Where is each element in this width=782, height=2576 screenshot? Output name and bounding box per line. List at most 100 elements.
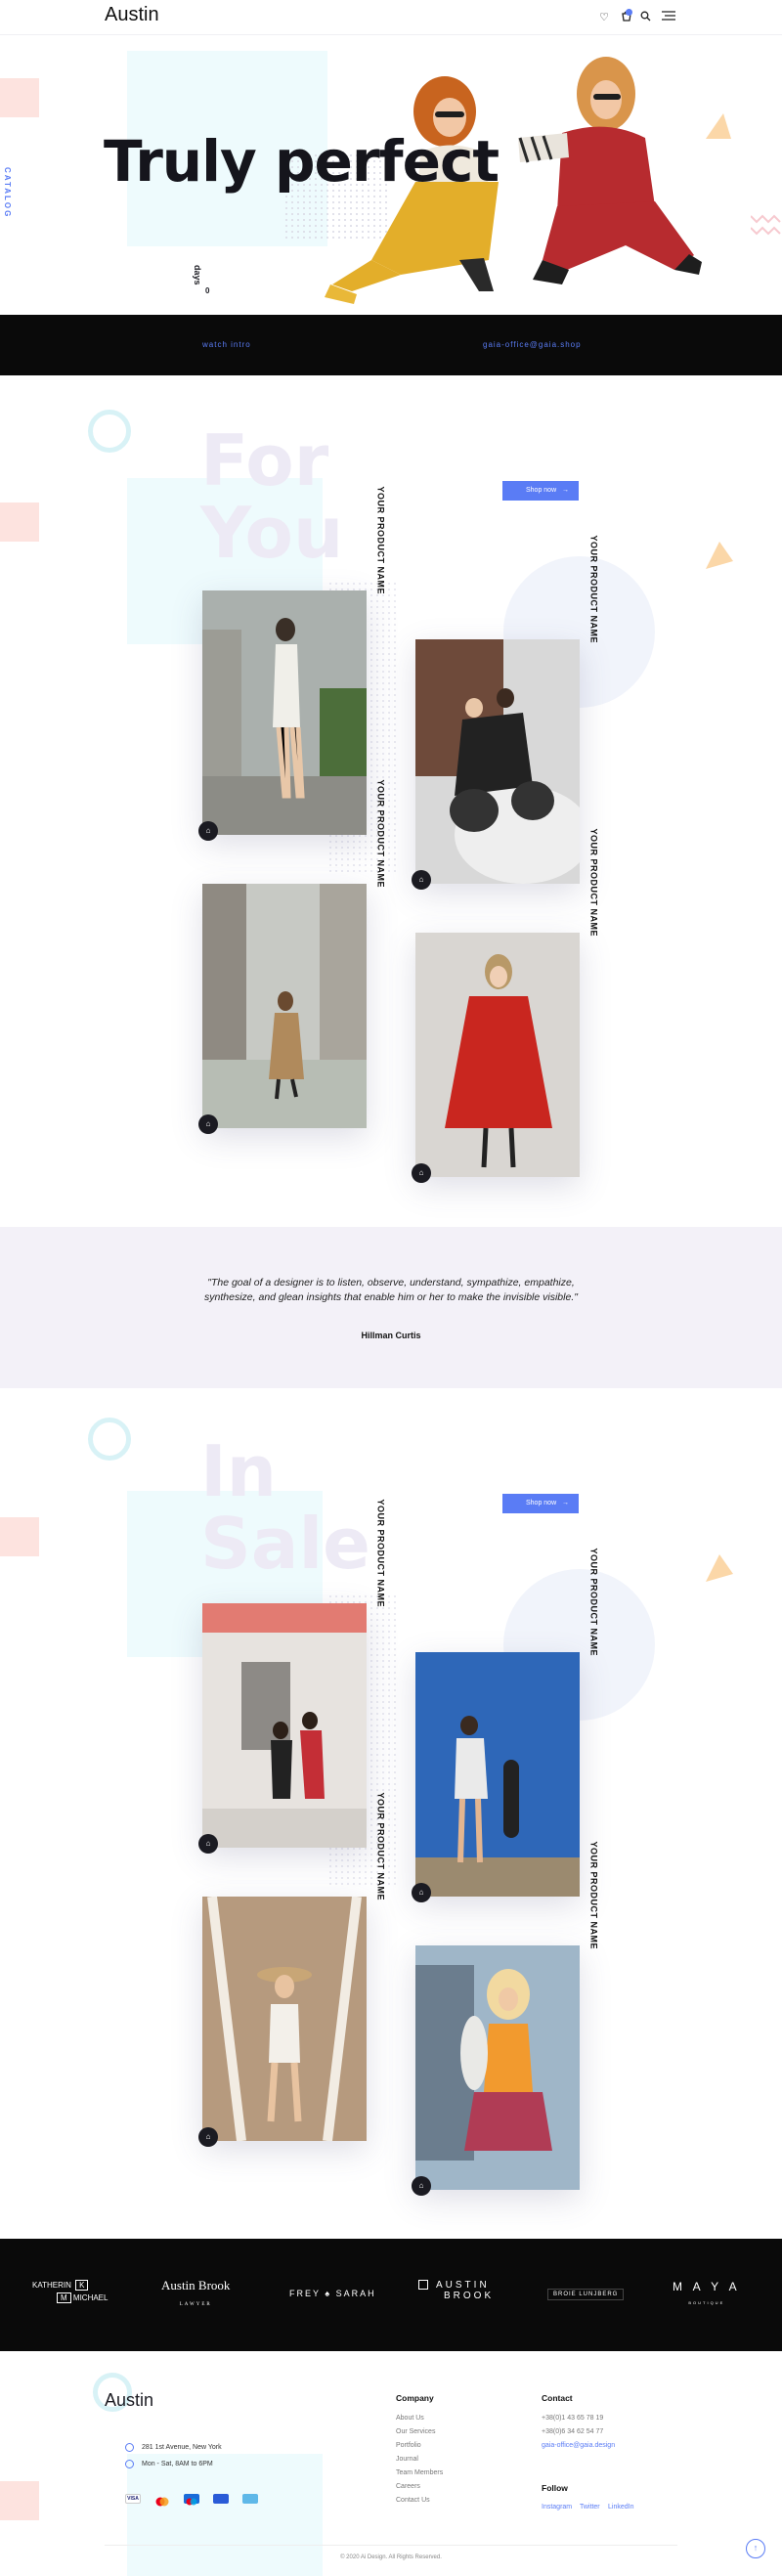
cart-icon[interactable]: ⌂ bbox=[198, 821, 218, 841]
cart-icon[interactable]: ⌂ bbox=[412, 1163, 431, 1183]
hero-title: Truly perfect bbox=[104, 128, 500, 195]
phone-1[interactable]: +38(0)1 43 65 78 19 bbox=[542, 2415, 603, 2422]
product-name: YOUR PRODUCT NAME bbox=[376, 1792, 386, 1900]
product-photo bbox=[415, 1652, 580, 1897]
footer-link-journal[interactable]: Journal bbox=[396, 2456, 418, 2463]
site-footer: Austin 281 1st Avenue, New York Mon - Sa… bbox=[0, 2351, 782, 2576]
contact-heading: Contact bbox=[542, 2393, 573, 2403]
brand-broie-lunjberg[interactable]: BROIE LUNJBERG bbox=[547, 2289, 625, 2300]
product-card[interactable]: YOUR PRODUCT NAME ⌂ bbox=[412, 535, 599, 890]
email-link[interactable]: gaia-office@gaia.shop bbox=[483, 340, 582, 349]
amex-icon bbox=[242, 2494, 258, 2504]
follow-heading: Follow bbox=[542, 2483, 568, 2493]
footer-link-contact[interactable]: Contact Us bbox=[396, 2497, 430, 2504]
shop-now-button[interactable]: Shop now → bbox=[502, 481, 579, 501]
cart-badge bbox=[626, 9, 632, 16]
cart-icon[interactable]: ⌂ bbox=[412, 870, 431, 890]
cart-icon[interactable]: ⌂ bbox=[412, 2176, 431, 2196]
decor-triangle bbox=[706, 542, 733, 569]
footer-link-portfolio[interactable]: Portfolio bbox=[396, 2442, 421, 2449]
brands-strip: KATHERIN K M MICHAEL Austin Brook LAWYER… bbox=[0, 2239, 782, 2351]
brand-austin-brook[interactable]: AUSTIN BROOK bbox=[418, 2280, 494, 2301]
product-photo bbox=[415, 933, 580, 1177]
product-card[interactable]: YOUR PRODUCT NAME ⌂ bbox=[412, 1841, 599, 2196]
brand-text: M bbox=[57, 2292, 71, 2303]
social-twitter[interactable]: Twitter bbox=[580, 2504, 600, 2511]
back-to-top-button[interactable]: ↑ bbox=[746, 2539, 765, 2558]
shop-now-button[interactable]: Shop now → bbox=[502, 1494, 579, 1513]
footer-logo[interactable]: Austin bbox=[105, 2390, 153, 2411]
brand-text: SARAH bbox=[335, 2289, 376, 2298]
visa-icon: VISA bbox=[125, 2494, 141, 2504]
brand-frey-sarah[interactable]: FREY ♠ SARAH bbox=[289, 2289, 376, 2298]
social-instagram[interactable]: Instagram bbox=[542, 2504, 572, 2511]
copyright: © 2020 Ai Design. All Rights Reserved. bbox=[340, 2554, 442, 2560]
product-name: YOUR PRODUCT NAME bbox=[589, 1841, 599, 1949]
footer-link-careers[interactable]: Careers bbox=[396, 2483, 420, 2490]
quote-author: Hillman Curtis bbox=[361, 1331, 421, 1340]
site-header: Austin ♡ bbox=[0, 0, 782, 35]
cart-icon[interactable]: ⌂ bbox=[412, 1883, 431, 1902]
decor-triangle bbox=[706, 113, 731, 139]
big-word-you: You bbox=[200, 492, 344, 574]
product-photo bbox=[202, 884, 367, 1128]
cart-icon[interactable]: ⌂ bbox=[198, 2127, 218, 2147]
site-logo[interactable]: Austin bbox=[105, 4, 159, 26]
footer-link-about[interactable]: About Us bbox=[396, 2415, 424, 2422]
menu-icon[interactable] bbox=[662, 11, 675, 24]
company-heading: Company bbox=[396, 2393, 434, 2403]
decor-square bbox=[0, 2481, 39, 2520]
brand-katherin-michael[interactable]: KATHERIN K M MICHAEL bbox=[32, 2280, 108, 2303]
contact-email[interactable]: gaia-office@gaia.design bbox=[542, 2442, 615, 2449]
decor-circle bbox=[88, 1418, 131, 1461]
brand-text: LAWYER bbox=[179, 2302, 212, 2307]
for-you-section: For You Shop now → YOUR PRODUCT NAME ⌂ Y… bbox=[0, 375, 782, 1227]
product-name: YOUR PRODUCT NAME bbox=[376, 779, 386, 888]
footer-link-team[interactable]: Team Members bbox=[396, 2469, 443, 2476]
product-photo bbox=[202, 1897, 367, 2141]
brand-text: KATHERIN bbox=[32, 2281, 71, 2290]
heart-icon[interactable]: ♡ bbox=[597, 11, 611, 24]
in-sale-section: In Sale Shop now → YOUR PRODUCT NAME ⌂ Y… bbox=[0, 1388, 782, 2239]
phone-2[interactable]: +38(0)6 34 62 54 77 bbox=[542, 2428, 603, 2435]
decor-square bbox=[0, 502, 39, 542]
brand-maya[interactable]: M A Y A BOUTIQUE bbox=[673, 2280, 741, 2307]
brand-text: Austin Brook bbox=[161, 2278, 231, 2292]
brand-text: FREY bbox=[289, 2289, 321, 2298]
brand-austin-brook-lawyer[interactable]: Austin Brook LAWYER bbox=[161, 2278, 230, 2309]
shop-now-label: Shop now bbox=[526, 487, 557, 494]
product-card[interactable]: YOUR PRODUCT NAME ⌂ bbox=[412, 828, 599, 1183]
location-icon bbox=[125, 2443, 134, 2452]
cart-icon[interactable]: ⌂ bbox=[198, 1834, 218, 1854]
product-name: YOUR PRODUCT NAME bbox=[589, 828, 599, 937]
catalog-side-label[interactable]: CATALOG bbox=[3, 167, 12, 218]
quote-text: "The goal of a designer is to listen, ob… bbox=[204, 1277, 578, 1303]
product-name: YOUR PRODUCT NAME bbox=[376, 486, 386, 594]
product-name: YOUR PRODUCT NAME bbox=[589, 535, 599, 643]
product-card[interactable]: YOUR PRODUCT NAME ⌂ bbox=[198, 1792, 386, 2147]
decor-zigzag bbox=[751, 214, 781, 236]
product-card[interactable]: YOUR PRODUCT NAME ⌂ bbox=[198, 1499, 386, 1854]
paypal-icon bbox=[213, 2494, 229, 2504]
product-name: YOUR PRODUCT NAME bbox=[376, 1499, 386, 1607]
product-card[interactable]: YOUR PRODUCT NAME ⌂ bbox=[412, 1548, 599, 1902]
product-card[interactable]: YOUR PRODUCT NAME ⌂ bbox=[198, 486, 386, 841]
social-linkedin[interactable]: LinkedIn bbox=[608, 2504, 633, 2511]
product-photo bbox=[415, 1945, 580, 2190]
big-word-in: In bbox=[200, 1430, 278, 1512]
search-icon[interactable] bbox=[638, 11, 652, 24]
product-photo bbox=[415, 639, 580, 884]
footer-hours: Mon - Sat, 8AM to 6PM bbox=[142, 2461, 213, 2467]
shop-now-label: Shop now bbox=[526, 1500, 557, 1506]
decor-square bbox=[0, 78, 39, 117]
brand-text: AUSTIN bbox=[436, 2280, 490, 2291]
brand-text: K bbox=[75, 2280, 89, 2291]
quote-section: "The goal of a designer is to listen, ob… bbox=[0, 1227, 782, 1388]
brand-text: BOUTIQUE bbox=[688, 2300, 725, 2305]
cart-icon[interactable]: ⌂ bbox=[198, 1114, 218, 1134]
intro-bar: watch intro gaia-office@gaia.shop bbox=[0, 315, 782, 375]
footer-address: 281 1st Avenue, New York bbox=[142, 2444, 222, 2451]
footer-link-services[interactable]: Our Services bbox=[396, 2428, 435, 2435]
product-card[interactable]: YOUR PRODUCT NAME ⌂ bbox=[198, 779, 386, 1134]
watch-intro-link[interactable]: watch intro bbox=[202, 340, 251, 349]
